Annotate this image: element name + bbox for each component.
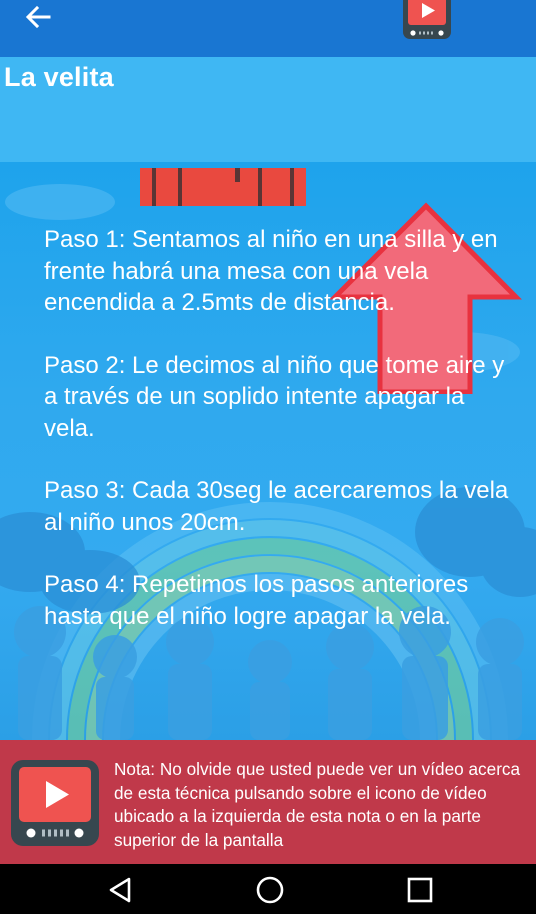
step-3: Paso 3: Cada 30seg le acercaremos la vel… [44, 477, 509, 536]
system-nav-bar [0, 864, 536, 914]
nav-home-button[interactable] [250, 874, 290, 906]
nav-back-button[interactable] [100, 874, 140, 906]
step-2: Paso 2: Le decimos al niño que tome aire… [44, 351, 505, 442]
candle-decoration-icon [140, 168, 306, 206]
video-tv-icon-button[interactable] [10, 759, 100, 847]
page-title: La velita [4, 62, 114, 92]
app-bar [0, 0, 536, 57]
nav-recents-button[interactable] [400, 874, 440, 906]
step-4: Paso 4: Repetimos los pasos anteriores h… [44, 571, 469, 630]
step-1: Paso 1: Sentamos al niño en una silla y … [44, 226, 498, 316]
back-button[interactable] [20, 0, 56, 34]
circle-home-icon [256, 876, 284, 904]
note-text: Nota: No olvide que usted puede ver un v… [114, 759, 521, 850]
instructions: Paso 1: Sentamos al niño en una silla y … [44, 224, 514, 663]
arrow-left-icon [25, 5, 51, 29]
triangle-back-icon [109, 877, 131, 903]
video-tv-button[interactable] [402, 0, 452, 40]
square-recents-icon [407, 877, 433, 903]
